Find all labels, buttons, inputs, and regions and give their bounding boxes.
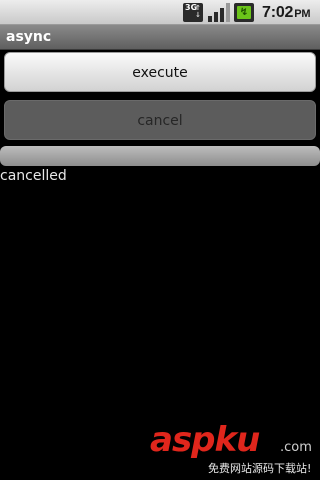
progress-bar xyxy=(0,146,320,166)
app-screen: 3G ↑ ↓ ↯ 7:02PM async execute cancel canc… xyxy=(0,0,320,480)
status-bar: 3G ↑ ↓ ↯ 7:02PM xyxy=(0,0,320,25)
watermark-logo: aspku .com 免费网站源码下载站! xyxy=(150,420,320,476)
status-clock: 7:02PM xyxy=(262,4,311,22)
watermark-subtitle: 免费网站源码下载站! xyxy=(208,462,312,475)
cancel-button[interactable]: cancel xyxy=(4,100,316,140)
data-arrows-icon: ↑ ↓ xyxy=(195,4,201,19)
app-title: async xyxy=(6,29,52,45)
battery-charging-icon: ↯ xyxy=(234,3,254,22)
title-bar: async xyxy=(0,25,320,50)
3g-data-icon: 3G ↑ ↓ xyxy=(183,3,203,22)
status-text: cancelled xyxy=(0,168,67,184)
clock-time: 7:02 xyxy=(262,4,294,21)
watermark-brand: aspku xyxy=(150,420,260,460)
execute-button[interactable]: execute xyxy=(4,52,316,92)
clock-ampm: PM xyxy=(294,8,311,20)
watermark-domain-suffix: .com xyxy=(280,440,312,455)
signal-strength-icon xyxy=(208,3,230,22)
